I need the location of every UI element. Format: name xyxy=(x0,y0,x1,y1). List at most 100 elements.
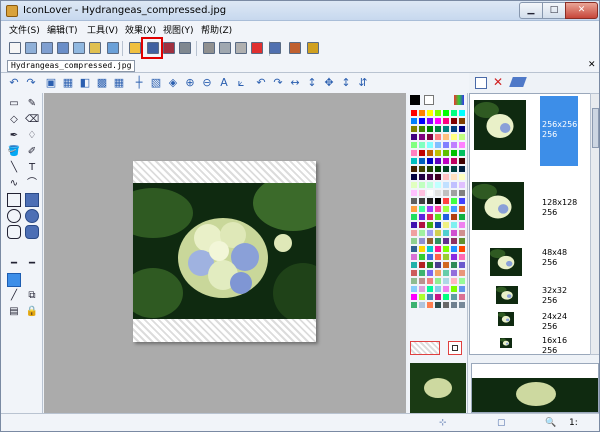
eraser-icon[interactable]: ⌫ xyxy=(25,113,39,127)
palette-swatch[interactable] xyxy=(442,133,450,141)
rectangle-select-icon[interactable]: ▭ xyxy=(7,97,21,111)
palette-swatch[interactable] xyxy=(418,229,426,237)
palette-swatch[interactable] xyxy=(426,277,434,285)
menu-edit[interactable]: 编辑(T) xyxy=(47,23,78,36)
new-favicon-button[interactable] xyxy=(105,40,121,56)
palette-swatch[interactable] xyxy=(418,157,426,165)
resize-vertical-icon[interactable]: ↕ xyxy=(339,76,353,90)
palette-swatch[interactable] xyxy=(450,213,458,221)
delete-format-icon[interactable]: ✕ xyxy=(493,75,503,89)
palette-swatch[interactable] xyxy=(458,213,466,221)
palette-swatch[interactable] xyxy=(450,245,458,253)
filled-rounded-rect-icon[interactable] xyxy=(25,225,39,239)
palette-swatch[interactable] xyxy=(410,157,418,165)
palette-swatch[interactable] xyxy=(410,181,418,189)
palette-swatch[interactable] xyxy=(450,237,458,245)
palette-swatch[interactable] xyxy=(434,301,442,309)
palette-swatch[interactable] xyxy=(458,237,466,245)
icon-format-item[interactable]: 16x16 256 xyxy=(470,330,590,354)
palette-swatch[interactable] xyxy=(426,221,434,229)
palette-swatch[interactable] xyxy=(418,149,426,157)
undo-icon[interactable]: ↶ xyxy=(7,76,21,90)
help-book-button[interactable] xyxy=(305,40,321,56)
palette-swatch[interactable] xyxy=(418,221,426,229)
palette-swatch[interactable] xyxy=(450,125,458,133)
palette-swatch[interactable] xyxy=(450,109,458,117)
palette-swatch[interactable] xyxy=(410,213,418,221)
delete-button[interactable] xyxy=(249,40,265,56)
palette-swatch[interactable] xyxy=(426,181,434,189)
foreground-color-swatch[interactable] xyxy=(410,95,420,105)
palette-swatch[interactable] xyxy=(442,293,450,301)
palette-swatch[interactable] xyxy=(450,189,458,197)
new-animated-button[interactable] xyxy=(71,40,87,56)
palette-swatch[interactable] xyxy=(450,197,458,205)
crosshair-icon[interactable]: ┼ xyxy=(132,76,146,90)
palette-swatch[interactable] xyxy=(434,253,442,261)
palette-swatch[interactable] xyxy=(418,237,426,245)
menu-help[interactable]: 帮助(Z) xyxy=(201,23,232,36)
flip-vertical-icon[interactable]: ↕ xyxy=(305,76,319,90)
text-tool-icon[interactable]: A xyxy=(217,76,231,90)
palette-swatch[interactable] xyxy=(434,269,442,277)
palette-swatch[interactable] xyxy=(426,301,434,309)
palette-swatch[interactable] xyxy=(426,189,434,197)
palette-swatch[interactable] xyxy=(442,213,450,221)
palette-swatch[interactable] xyxy=(450,221,458,229)
palette-swatch[interactable] xyxy=(442,301,450,309)
palette-swatch[interactable] xyxy=(434,229,442,237)
palette-swatch[interactable] xyxy=(442,245,450,253)
palette-swatch[interactable] xyxy=(418,165,426,173)
new-library-button[interactable] xyxy=(39,40,55,56)
rectangle-icon[interactable] xyxy=(7,193,21,207)
save-as-button[interactable] xyxy=(161,40,177,56)
palette-swatch[interactable] xyxy=(450,133,458,141)
zoom-in-icon[interactable]: ⊕ xyxy=(183,76,197,90)
palette-swatch[interactable] xyxy=(458,269,466,277)
palette-swatch[interactable] xyxy=(434,285,442,293)
brush-icon[interactable]: ♢ xyxy=(25,129,39,143)
resources-button[interactable] xyxy=(287,40,303,56)
palette-swatch[interactable] xyxy=(418,141,426,149)
palette-swatch[interactable] xyxy=(410,189,418,197)
palette-swatch[interactable] xyxy=(450,285,458,293)
palette-swatch[interactable] xyxy=(434,237,442,245)
palette-swatch[interactable] xyxy=(458,117,466,125)
palette-swatch[interactable] xyxy=(418,253,426,261)
palette-swatch[interactable] xyxy=(458,149,466,157)
palette-swatch[interactable] xyxy=(442,173,450,181)
palette-swatch[interactable] xyxy=(426,141,434,149)
menu-tools[interactable]: 工具(V) xyxy=(87,23,118,36)
new-button[interactable] xyxy=(7,40,23,56)
palette-swatch[interactable] xyxy=(426,213,434,221)
palette-swatch[interactable] xyxy=(458,173,466,181)
line-width-thin-icon[interactable]: ━ xyxy=(7,257,21,271)
palette-swatch[interactable] xyxy=(426,293,434,301)
palette-swatch[interactable] xyxy=(410,229,418,237)
palette-swatch[interactable] xyxy=(458,157,466,165)
palette-swatch[interactable] xyxy=(458,229,466,237)
palette-swatch[interactable] xyxy=(450,165,458,173)
palette-swatch[interactable] xyxy=(442,165,450,173)
palette-swatch[interactable] xyxy=(418,245,426,253)
copy-button[interactable] xyxy=(217,40,233,56)
palette-swatch[interactable] xyxy=(426,261,434,269)
palette-swatch[interactable] xyxy=(450,149,458,157)
palette-swatch[interactable] xyxy=(450,253,458,261)
palette-swatch[interactable] xyxy=(458,205,466,213)
palette-swatch[interactable] xyxy=(458,293,466,301)
palette-swatch[interactable] xyxy=(458,301,466,309)
palette-swatch[interactable] xyxy=(410,125,418,133)
palette-swatch[interactable] xyxy=(410,221,418,229)
paste-button[interactable] xyxy=(233,40,249,56)
zoom-out-icon[interactable]: ⊖ xyxy=(200,76,214,90)
palette-swatch[interactable] xyxy=(442,229,450,237)
tab-close-icon[interactable]: ✕ xyxy=(588,60,596,70)
canvas-area[interactable] xyxy=(44,93,406,413)
palette-swatch[interactable] xyxy=(442,125,450,133)
palette-swatch[interactable] xyxy=(458,165,466,173)
palette-swatch[interactable] xyxy=(418,277,426,285)
palette-swatch[interactable] xyxy=(418,125,426,133)
palette-swatch[interactable] xyxy=(442,149,450,157)
palette-swatch[interactable] xyxy=(426,205,434,213)
